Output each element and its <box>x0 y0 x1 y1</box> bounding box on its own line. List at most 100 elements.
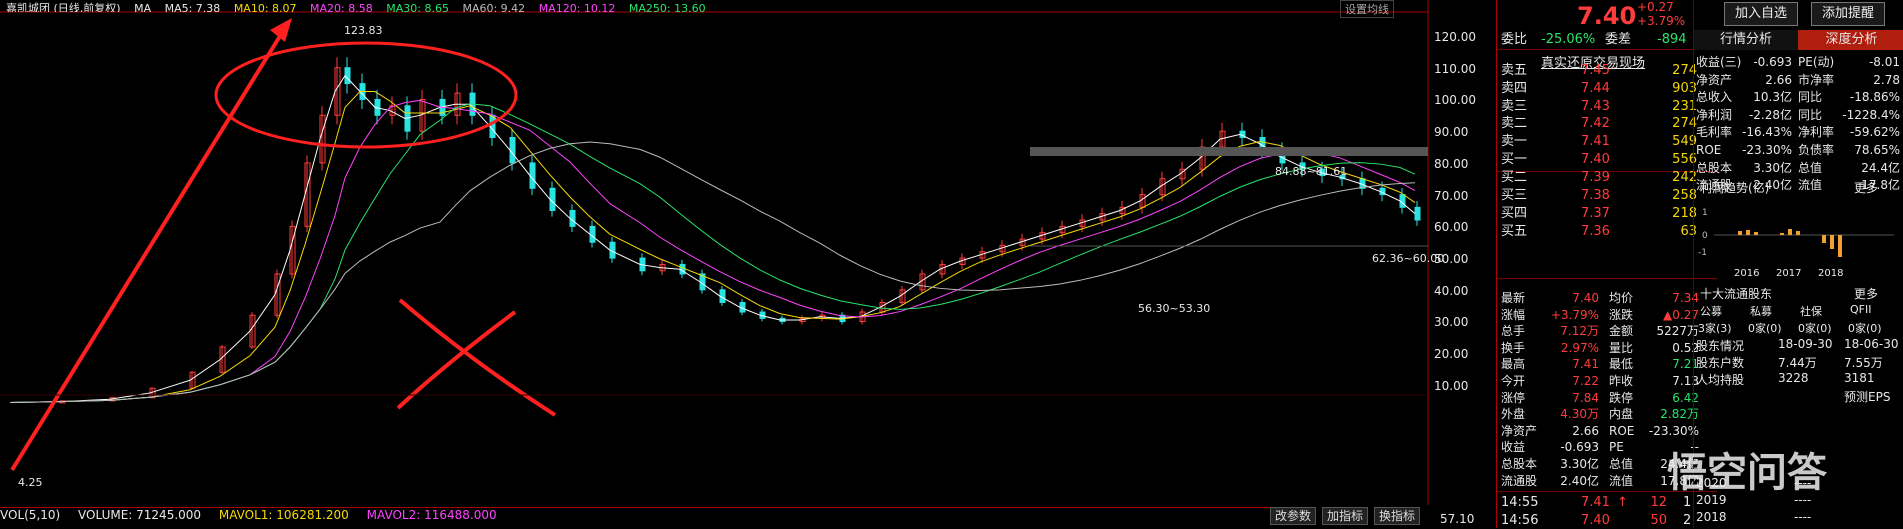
kline-chart[interactable]: 嘉凯城团 (日线,前复权) MA MA5: 7.38 MA10: 8.07 MA… <box>0 0 1496 528</box>
stat-value: 3.30亿 <box>1560 457 1599 471</box>
svg-text:1: 1 <box>1702 208 1708 218</box>
add-indicator-button[interactable]: 加指标 <box>1322 507 1369 525</box>
ma-settings-button[interactable]: 设置均线 <box>1340 0 1394 18</box>
svg-text:0: 0 <box>1702 231 1708 241</box>
tab-quote-analysis[interactable]: 行情分析 <box>1694 30 1798 50</box>
ma-label: MA <box>134 2 152 12</box>
bid-row[interactable]: 买二 7.39 242 <box>1497 169 1717 186</box>
price-axis-label: 60.00 <box>1434 220 1469 235</box>
holder-column-header: 公募 <box>1700 305 1722 318</box>
weicha-label: 委差 <box>1605 32 1632 47</box>
holders-more-link[interactable]: 更多 <box>1854 285 1878 302</box>
stat-label-2: 涨跌 <box>1609 307 1634 322</box>
tick-volume: 12 <box>1650 495 1667 510</box>
ma-line <box>9 99 1416 403</box>
fundamental-label-2: 市净率 <box>1798 72 1835 87</box>
stat-label-2: 总值 <box>1609 457 1634 471</box>
mavol2-value: MAVOL2: 116488.000 <box>366 508 497 522</box>
bid-price: 7.40 <box>1581 152 1610 167</box>
fundamental-label: 收益(三) <box>1696 55 1742 69</box>
holder-count: 0家(0) <box>1798 322 1832 335</box>
stat-value: 7.22 <box>1572 374 1599 388</box>
stat-value: 2.97% <box>1560 340 1599 355</box>
price-axis-label: 10.00 <box>1434 378 1469 393</box>
fundamental-value-2: -59.62% <box>1849 125 1900 140</box>
tick-volume: 50 <box>1650 513 1667 528</box>
stat-value-2: 7.34 <box>1672 291 1699 305</box>
stat-row: 今开 7.22 昨收 7.13 <box>1497 373 1717 390</box>
price-axis-label: 110.00 <box>1434 61 1476 76</box>
ma20-value: MA20: 8.58 <box>310 2 373 12</box>
svg-text:-1: -1 <box>1698 248 1707 258</box>
fundamental-label-2: 同比 <box>1798 90 1823 105</box>
holder-row-value-2: 18-06-30 <box>1844 337 1899 351</box>
candle-body <box>344 67 351 85</box>
ma-line <box>9 91 1416 403</box>
ma5-value: MA5: 7.38 <box>164 2 221 12</box>
stat-value-2: 7.21 <box>1672 357 1699 372</box>
holder-row-label: 股东户数 <box>1696 356 1745 370</box>
low-price-label: 4.25 <box>18 476 43 489</box>
ask-price: 7.42 <box>1581 116 1610 132</box>
bid-volume: 258 <box>1672 188 1697 203</box>
ask-row[interactable]: 卖三 7.43 231 <box>1497 98 1717 115</box>
price-axis-label: 120.00 <box>1434 30 1476 44</box>
ask-volume: 231 <box>1672 98 1697 114</box>
stat-label: 外盘 <box>1501 407 1526 422</box>
stat-value: 2.40亿 <box>1560 473 1599 488</box>
bid-price: 7.36 <box>1581 224 1610 239</box>
stat-label: 涨幅 <box>1501 307 1526 322</box>
stat-value: 7.84 <box>1572 390 1599 405</box>
stat-label: 换手 <box>1501 340 1526 355</box>
swap-indicator-button[interactable]: 换指标 <box>1374 507 1421 525</box>
fundamental-value: -2.28亿 <box>1748 107 1792 122</box>
fundamental-row: 总收入 10.3亿 同比 -18.86% <box>1694 89 1903 106</box>
quote-panel: 7.40 +0.27 +3.79% 委比 -25.06% 委差 -894 真实还… <box>1496 0 1903 528</box>
bid-row[interactable]: 买三 7.38 258 <box>1497 187 1717 204</box>
bid-row[interactable]: 买四 7.37 218 <box>1497 205 1717 222</box>
ask-price: 7.45 <box>1581 63 1610 78</box>
fundamental-value-2: 2.78 <box>1873 72 1900 87</box>
fundamental-value-2: 78.65% <box>1854 143 1900 157</box>
ask-row[interactable]: 卖一 7.41 549 <box>1497 133 1717 150</box>
candlestick-chart[interactable] <box>0 0 1496 528</box>
fundamental-row: 净资产 2.66 市净率 2.78 <box>1694 72 1903 89</box>
fundamental-label: ROE <box>1696 143 1722 157</box>
ask-row[interactable]: 卖四 7.44 903 <box>1497 80 1717 97</box>
holder-row-value: 3228 <box>1778 371 1809 385</box>
fundamental-row: ROE -23.30% 负债率 78.65% <box>1694 142 1903 159</box>
bid-row[interactable]: 买五 7.36 63 <box>1497 223 1717 240</box>
ask-volume: 274 <box>1672 63 1697 78</box>
stat-label-2: 昨收 <box>1609 374 1634 388</box>
price-axis-label: 70.00 <box>1434 188 1469 203</box>
change-params-button[interactable]: 改参数 <box>1270 507 1317 525</box>
ask-label: 卖三 <box>1501 98 1528 114</box>
gap-label-3: 56.30~53.30 <box>1138 302 1211 315</box>
last-price: 7.40 <box>1577 2 1637 30</box>
ask-row[interactable]: 卖五 7.45 274 <box>1497 62 1717 79</box>
stat-label-2: 内盘 <box>1609 407 1634 422</box>
fundamental-label-2: PE(动) <box>1798 55 1835 69</box>
add-watchlist-button[interactable]: 加入自选 <box>1724 2 1799 26</box>
mavol1-value: MAVOL1: 106281.200 <box>218 508 349 522</box>
fundamental-value: 2.66 <box>1765 72 1792 87</box>
fundamental-label: 总收入 <box>1696 90 1733 105</box>
stat-value: +3.79% <box>1550 307 1599 322</box>
holder-column-header: 社保 <box>1800 305 1822 318</box>
stat-row: 最新 7.40 均价 7.34 <box>1497 290 1717 307</box>
fundamental-value-2: -8.01 <box>1868 55 1900 69</box>
vol-indicator: VOL(5,10) <box>0 508 61 522</box>
bid-volume: 63 <box>1680 224 1697 239</box>
ma120-value: MA120: 10.12 <box>538 2 616 12</box>
holder-count: 3家(3) <box>1698 322 1732 335</box>
ask-row[interactable]: 卖二 7.42 274 <box>1497 115 1717 132</box>
bid-volume: 556 <box>1672 152 1697 167</box>
tab-deep-analysis[interactable]: 深度分析 <box>1798 30 1903 50</box>
add-alert-button[interactable]: 添加提醒 <box>1811 2 1886 26</box>
fundamental-value: -23.30% <box>1742 143 1793 157</box>
profit-trend-chart: 1 0 -1 <box>1698 208 1894 258</box>
bid-volume: 218 <box>1672 206 1697 221</box>
stat-value-2: 7.13 <box>1672 374 1699 388</box>
bid-row[interactable]: 买一 7.40 556 <box>1497 151 1717 168</box>
stat-row: 净资产 2.66 ROE -23.30% <box>1497 423 1717 440</box>
